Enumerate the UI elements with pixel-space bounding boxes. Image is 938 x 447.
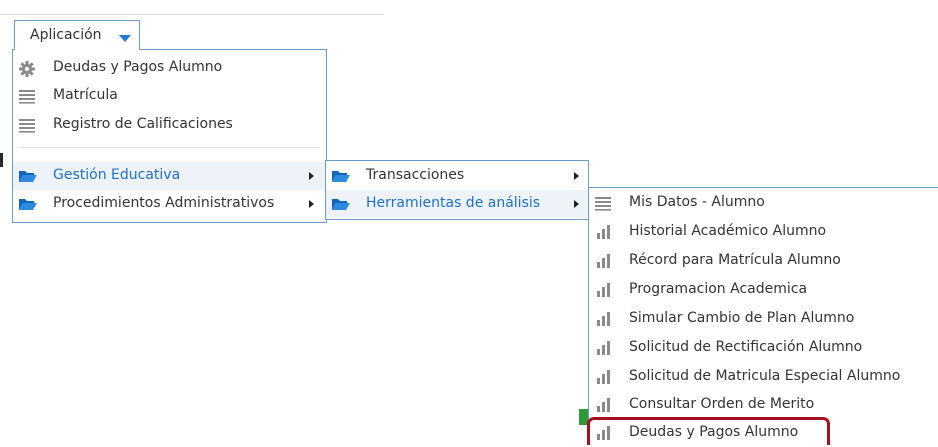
highlight-annotation [587,417,830,445]
menu-item-label: Solicitud de Matricula Especial Alumno [629,368,901,384]
herramientas-de-analisis-submenu: Mis Datos - Alumno Historial Académico A… [588,187,938,445]
menu-item-herramientas-de-analisis[interactable]: Herramientas de análisis [326,190,588,218]
menu-item-label: Procedimientos Administrativos [53,195,275,211]
gear-icon [18,60,36,77]
bar-chart-icon [594,282,612,298]
menu-item-deudas-y-pagos[interactable]: Deudas y Pagos Alumno [13,54,326,82]
menu-item-registro-calificaciones[interactable]: Registro de Calificaciones [13,111,326,139]
menu-item-record-matricula[interactable]: Récord para Matrícula Alumno [589,247,938,275]
bar-chart-icon [594,369,612,385]
menu-item-label: Herramientas de análisis [366,195,541,211]
gestion-educativa-submenu: Transacciones Herramientas de análisis [325,160,589,220]
list-icon [594,195,612,211]
menu-item-historial-academico[interactable]: Historial Académico Alumno [589,218,938,246]
folder-icon [18,196,37,212]
menu-item-transacciones[interactable]: Transacciones [326,162,588,190]
aplicacion-menu-label: Aplicación [30,27,102,43]
menu-item-label: Transacciones [366,167,465,183]
menu-item-label: Récord para Matrícula Alumno [629,252,841,268]
menu-item-label: Registro de Calificaciones [53,116,233,132]
menu-item-solicitud-matricula-especial[interactable]: Solicitud de Matricula Especial Alumno [589,363,938,391]
menu-item-label: Mis Datos - Alumno [629,194,765,210]
caret-down-icon [119,35,131,42]
list-icon [18,88,36,104]
folder-icon [331,196,350,212]
menu-item-label: Solicitud de Rectificación Alumno [629,339,863,355]
background-fragment [0,153,3,167]
menu-item-gestion-educativa[interactable]: Gestión Educativa [13,162,326,190]
folder-icon [331,168,350,184]
bar-chart-icon [594,253,612,269]
menu-item-label: Historial Académico Alumno [629,223,827,239]
menu-item-procedimientos-administrativos[interactable]: Procedimientos Administrativos [13,190,326,218]
menu-item-solicitud-rectificacion[interactable]: Solicitud de Rectificación Alumno [589,334,938,362]
menu-item-consultar-orden-merito[interactable]: Consultar Orden de Merito [589,391,938,419]
menu-item-label: Deudas y Pagos Alumno [53,59,223,75]
menu-item-mis-datos-alumno[interactable]: Mis Datos - Alumno [589,189,938,217]
menu-item-label: Gestión Educativa [53,167,181,183]
menu-item-label: Simular Cambio de Plan Alumno [629,310,855,326]
submenu-arrow-icon [309,172,314,180]
menu-item-label: Consultar Orden de Merito [629,396,815,412]
menu-item-label: Matrícula [53,87,118,103]
header-divider [0,14,384,15]
submenu-arrow-icon [574,172,579,180]
bar-chart-icon [594,340,612,356]
menu-item-programacion-academica[interactable]: Programacion Academica [589,276,938,304]
bar-chart-icon [594,311,612,327]
menu-item-label: Programacion Academica [629,281,808,297]
submenu-arrow-icon [309,200,314,208]
folder-icon [18,168,37,184]
list-icon [18,117,36,133]
submenu-arrow-icon [574,200,579,208]
bar-chart-icon [594,224,612,240]
aplicacion-menu-button[interactable]: Aplicación [14,20,140,50]
menu-item-simular-cambio-plan[interactable]: Simular Cambio de Plan Alumno [589,305,938,333]
bar-chart-icon [594,397,612,413]
menu-separator [19,147,320,148]
aplicacion-dropdown-menu: Deudas y Pagos Alumno Matrícula Registro… [12,49,327,223]
menu-item-matricula[interactable]: Matrícula [13,82,326,110]
